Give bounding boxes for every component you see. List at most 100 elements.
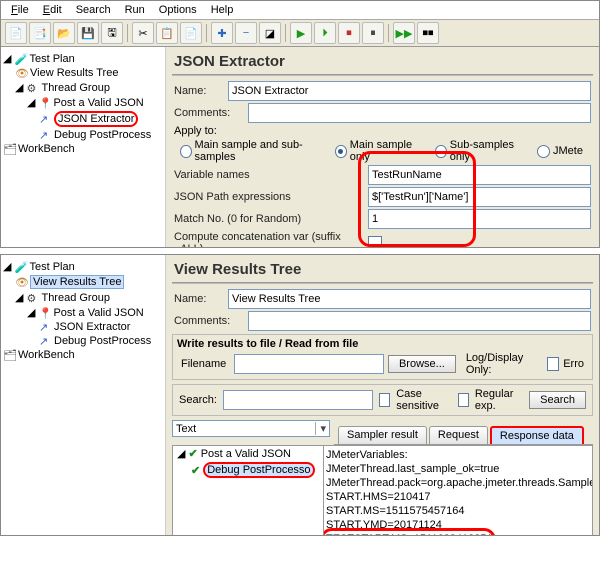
remote-start-icon[interactable]: ▶▶ — [393, 22, 415, 44]
filename-label: Filename — [181, 358, 230, 370]
concat-label: Compute concatenation var (suffix _ALL) — [174, 231, 364, 247]
jmeter-window-top: FFileile Edit Search Run Options Help 📄 … — [0, 0, 600, 248]
name-input[interactable] — [228, 289, 591, 309]
eye-icon: 👁 — [15, 67, 27, 79]
menu-file[interactable]: FFileile — [5, 3, 35, 17]
tree-debug-post[interactable]: Debug PostProcess — [54, 129, 151, 141]
tree-thread-group[interactable]: Thread Group — [41, 82, 109, 94]
expand-icon[interactable]: ✚ — [211, 22, 233, 44]
menu-run[interactable]: Run — [119, 3, 151, 17]
response-text: JMeterVariables: JMeterThread.last_sampl… — [324, 446, 592, 535]
gear-icon: ⚙ — [26, 82, 38, 94]
comments-label: Comments: — [174, 107, 244, 119]
result-post-valid[interactable]: Post a Valid JSON — [201, 448, 291, 460]
menu-edit[interactable]: Edit — [37, 3, 68, 17]
panel-title: View Results Tree — [168, 257, 597, 282]
tree-workbench[interactable]: WorkBench — [18, 143, 75, 155]
save-icon[interactable]: 💾 — [77, 22, 99, 44]
cut-icon[interactable]: ✂ — [132, 22, 154, 44]
tree-test-plan[interactable]: Test Plan — [29, 261, 74, 273]
menubar: FFileile Edit Search Run Options Help — [1, 1, 599, 20]
tree-view-results-selected[interactable]: View Results Tree — [30, 275, 124, 289]
tree-json-extractor[interactable]: JSON Extractor — [54, 111, 138, 127]
start-icon[interactable]: ▶ — [290, 22, 312, 44]
comments-input[interactable] — [248, 311, 591, 331]
renderer-dropdown[interactable]: Text▾ — [172, 420, 330, 437]
workbench-icon: 🗂 — [3, 349, 15, 361]
tree-json-extractor[interactable]: JSON Extractor — [54, 321, 130, 333]
menu-options[interactable]: Options — [153, 3, 203, 17]
paste-icon[interactable]: 📄 — [180, 22, 202, 44]
templates-icon[interactable]: 📑 — [29, 22, 51, 44]
gear-icon: ⚙ — [26, 292, 38, 304]
radio-main-sub[interactable]: Main sample and sub-samples — [180, 139, 323, 163]
search-button[interactable]: Search — [529, 391, 586, 409]
pin-icon: 📍 — [38, 97, 50, 109]
tree-thread-group[interactable]: Thread Group — [41, 292, 109, 304]
save-as-icon[interactable]: 🖫 — [101, 22, 123, 44]
browse-button[interactable]: Browse... — [388, 355, 456, 373]
pin-icon: 📍 — [38, 307, 50, 319]
wand-icon: ↗ — [39, 335, 51, 347]
result-debug-post[interactable]: Debug PostProcesso — [203, 462, 314, 478]
tab-sampler-result[interactable]: Sampler result — [338, 426, 427, 444]
name-label: Name: — [174, 293, 224, 305]
log-display-label: Log/Display Only: — [466, 352, 543, 376]
wand-icon: ↗ — [39, 321, 51, 333]
json-path-input[interactable] — [368, 187, 591, 207]
tree-test-plan[interactable]: Test Plan — [29, 53, 74, 65]
new-icon[interactable]: 📄 — [5, 22, 27, 44]
var-names-label: Variable names — [174, 169, 364, 181]
shutdown-icon[interactable]: ⏸ — [362, 22, 384, 44]
json-path-label: JSON Path expressions — [174, 191, 364, 203]
panel-title: JSON Extractor — [168, 49, 597, 74]
workbench-icon: 🗂 — [3, 143, 15, 155]
tree-debug-post[interactable]: Debug PostProcess — [54, 335, 151, 347]
start-no-timers-icon[interactable]: ⏵ — [314, 22, 336, 44]
apply-to-label: Apply to: — [174, 125, 217, 137]
tree-view-results[interactable]: View Results Tree — [30, 67, 118, 79]
copy-icon[interactable]: 📋 — [156, 22, 178, 44]
case-sensitive-checkbox[interactable] — [379, 393, 390, 407]
name-input[interactable] — [228, 81, 591, 101]
tree-post-valid[interactable]: Post a Valid JSON — [53, 307, 143, 319]
tree-post-valid[interactable]: Post a Valid JSON — [53, 97, 143, 109]
menu-help[interactable]: Help — [205, 3, 240, 17]
jmeter-window-bottom: ◢🧪Test Plan 👁View Results Tree ◢⚙Thread … — [0, 254, 600, 536]
regex-checkbox[interactable] — [458, 393, 469, 407]
comments-label: Comments: — [174, 315, 244, 327]
write-group-label: Write results to file / Read from file — [175, 337, 590, 351]
radio-jmeter-var[interactable]: JMete — [537, 145, 583, 158]
test-tree: ◢🧪Test Plan 👁View Results Tree ◢⚙Thread … — [1, 47, 166, 247]
chevron-down-icon: ▾ — [315, 422, 326, 435]
stop-icon[interactable]: ⏹ — [338, 22, 360, 44]
extractor-panel: JSON Extractor Name: Comments: Apply to:… — [166, 47, 599, 247]
open-icon[interactable]: 📂 — [53, 22, 75, 44]
menu-search[interactable]: Search — [70, 3, 117, 17]
remote-stop-icon[interactable]: ⏹⏹ — [417, 22, 439, 44]
flask-icon: 🧪 — [14, 261, 26, 273]
write-results-group: Write results to file / Read from file F… — [172, 334, 593, 380]
wand-icon: ↗ — [39, 113, 51, 125]
viewer-panel: View Results Tree Name: Comments: Write … — [166, 255, 599, 535]
var-names-input[interactable] — [368, 165, 591, 185]
success-icon: ✔ — [188, 447, 197, 460]
search-input[interactable] — [223, 390, 373, 410]
comments-input[interactable] — [248, 103, 591, 123]
toggle-icon[interactable]: ◪ — [259, 22, 281, 44]
tab-request[interactable]: Request — [429, 426, 488, 444]
eye-icon: 👁 — [15, 276, 27, 288]
collapse-icon[interactable]: − — [235, 22, 257, 44]
name-label: Name: — [174, 85, 224, 97]
tree-workbench[interactable]: WorkBench — [18, 349, 75, 361]
radio-sub-only[interactable]: Sub-samples only — [435, 139, 525, 163]
success-icon: ✔ — [191, 464, 200, 477]
radio-main-only[interactable]: Main sample only — [335, 139, 423, 163]
match-no-input[interactable] — [368, 209, 591, 229]
concat-checkbox[interactable] — [368, 236, 382, 247]
results-list: ◢✔Post a Valid JSON ✔Debug PostProcesso — [173, 446, 324, 535]
tab-response-data[interactable]: Response data — [490, 426, 584, 444]
wand-icon: ↗ — [39, 129, 51, 141]
filename-input[interactable] — [234, 354, 384, 374]
errors-checkbox[interactable] — [547, 357, 560, 371]
